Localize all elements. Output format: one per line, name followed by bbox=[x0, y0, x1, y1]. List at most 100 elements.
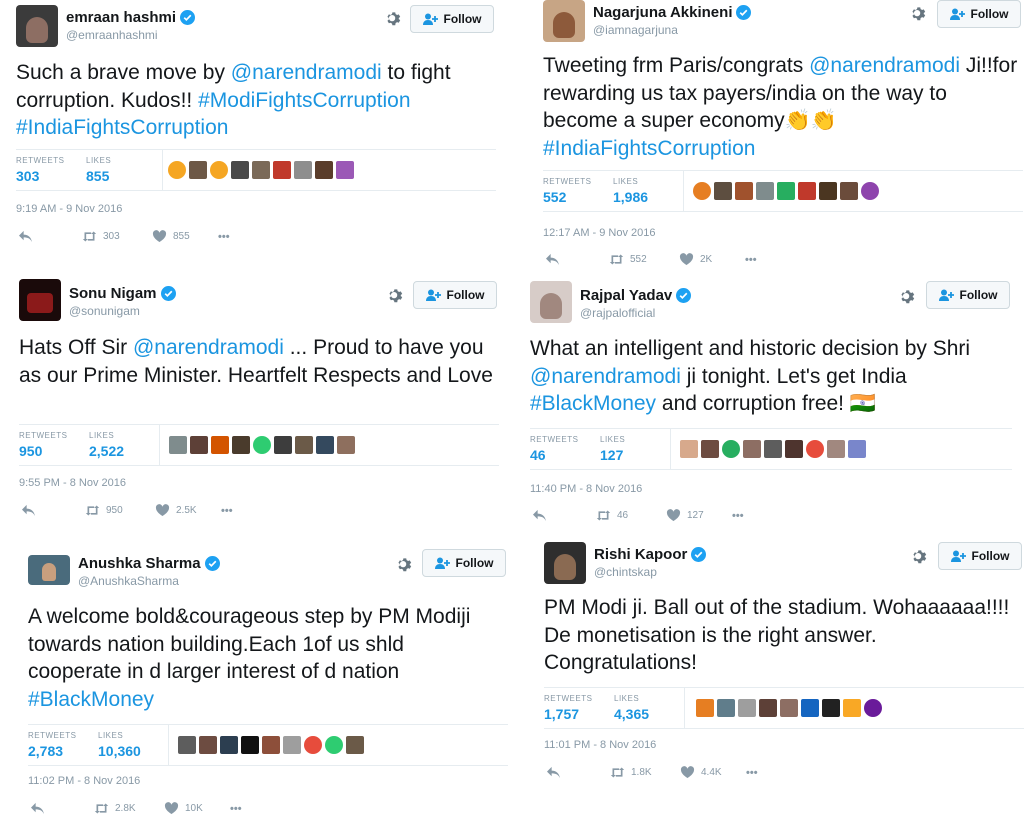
user-handle[interactable]: @chintskap bbox=[594, 565, 657, 579]
more-options-button[interactable]: ••• bbox=[746, 767, 758, 779]
user-handle[interactable]: @rajpalofficial bbox=[580, 306, 655, 320]
like-count[interactable]: LIKES 855 bbox=[86, 156, 111, 184]
liker-avatars[interactable] bbox=[168, 161, 354, 179]
avatar[interactable] bbox=[19, 279, 61, 321]
hashtag-link[interactable]: #BlackMoney bbox=[28, 688, 154, 711]
like-count[interactable]: LIKES 10,360 bbox=[98, 731, 141, 759]
retweet-icon bbox=[596, 510, 611, 521]
liker-avatars[interactable] bbox=[169, 436, 355, 454]
retweet-button[interactable]: 1.8K bbox=[610, 766, 680, 779]
avatar[interactable] bbox=[530, 281, 572, 323]
follow-button[interactable]: Follow bbox=[937, 0, 1021, 28]
like-button[interactable]: 2.5K bbox=[155, 504, 221, 517]
retweet-count[interactable]: RETWEETS 2,783 bbox=[28, 731, 76, 759]
user-handle[interactable]: @emraanhashmi bbox=[66, 28, 158, 42]
mention-link[interactable]: @narendramodi bbox=[809, 54, 960, 77]
like-count[interactable]: LIKES 1,986 bbox=[613, 177, 648, 205]
retweet-icon bbox=[94, 803, 109, 814]
mention-link[interactable]: @narendramodi bbox=[133, 336, 284, 359]
user-handle[interactable]: @iamnagarjuna bbox=[593, 23, 678, 37]
retweet-button[interactable]: 950 bbox=[85, 504, 155, 517]
display-name[interactable]: Anushka Sharma bbox=[78, 555, 220, 572]
tweet-stats: RETWEETS 303 LIKES 855 bbox=[16, 149, 496, 191]
follow-button[interactable]: Follow bbox=[410, 5, 494, 33]
retweet-count[interactable]: RETWEETS 46 bbox=[530, 435, 578, 463]
gear-icon[interactable] bbox=[898, 288, 916, 306]
display-name[interactable]: emraan hashmi bbox=[66, 9, 196, 26]
hashtag-link[interactable]: #BlackMoney bbox=[530, 392, 656, 415]
tweet-actions: 950 2.5K ••• bbox=[21, 504, 233, 517]
liker-avatars[interactable] bbox=[178, 736, 364, 754]
gear-icon[interactable] bbox=[395, 556, 413, 574]
retweet-count[interactable]: RETWEETS 303 bbox=[16, 156, 64, 184]
tweet-actions: 1.8K 4.4K ••• bbox=[546, 766, 758, 779]
like-button[interactable]: 855 bbox=[152, 230, 218, 243]
like-button[interactable]: 10K bbox=[164, 802, 230, 815]
timestamp[interactable]: 11:40 PM - 8 Nov 2016 bbox=[530, 483, 642, 495]
reply-button[interactable] bbox=[545, 253, 609, 266]
reply-icon bbox=[533, 509, 546, 522]
user-handle[interactable]: @AnushkaSharma bbox=[78, 574, 179, 588]
like-button[interactable]: 127 bbox=[666, 509, 732, 522]
timestamp[interactable]: 11:01 PM - 8 Nov 2016 bbox=[544, 739, 656, 751]
timestamp[interactable]: 9:55 PM - 8 Nov 2016 bbox=[19, 477, 126, 489]
reply-button[interactable] bbox=[532, 509, 596, 522]
hashtag-link[interactable]: #ModiFightsCorruption bbox=[198, 89, 410, 112]
timestamp[interactable]: 12:17 AM - 9 Nov 2016 bbox=[543, 227, 656, 239]
timestamp[interactable]: 9:19 AM - 9 Nov 2016 bbox=[16, 203, 122, 215]
timestamp[interactable]: 11:02 PM - 8 Nov 2016 bbox=[28, 775, 140, 787]
reply-button[interactable] bbox=[546, 766, 610, 779]
like-button[interactable]: 2K bbox=[679, 253, 745, 266]
mention-link[interactable]: @narendramodi bbox=[530, 365, 681, 388]
heart-icon bbox=[680, 766, 695, 779]
like-button[interactable]: 4.4K bbox=[680, 766, 746, 779]
retweet-count[interactable]: RETWEETS 950 bbox=[19, 431, 67, 459]
follow-button[interactable]: Follow bbox=[422, 549, 506, 577]
retweet-button[interactable]: 303 bbox=[82, 230, 152, 243]
tweet-actions: 2.8K 10K ••• bbox=[30, 802, 242, 815]
follow-button[interactable]: Follow bbox=[413, 281, 497, 309]
reply-button[interactable] bbox=[21, 504, 85, 517]
reply-button[interactable] bbox=[18, 230, 82, 243]
hashtag-link[interactable]: #IndiaFightsCorruption bbox=[16, 116, 228, 139]
display-name[interactable]: Rishi Kapoor bbox=[594, 546, 707, 563]
liker-avatars[interactable] bbox=[696, 699, 882, 717]
retweet-button[interactable]: 46 bbox=[596, 509, 666, 522]
mention-link[interactable]: @narendramodi bbox=[231, 61, 382, 84]
more-options-button[interactable]: ••• bbox=[745, 254, 757, 266]
tweet-stats: RETWEETS 1,757 LIKES 4,365 bbox=[544, 687, 1024, 729]
more-options-button[interactable]: ••• bbox=[221, 505, 233, 517]
retweet-button[interactable]: 552 bbox=[609, 253, 679, 266]
gear-icon[interactable] bbox=[384, 10, 402, 28]
avatar[interactable] bbox=[543, 0, 585, 42]
avatar[interactable] bbox=[28, 555, 70, 585]
gear-icon[interactable] bbox=[910, 548, 928, 566]
avatar[interactable] bbox=[544, 542, 586, 584]
display-name[interactable]: Sonu Nigam bbox=[69, 285, 176, 302]
like-count[interactable]: LIKES 127 bbox=[600, 435, 625, 463]
avatar[interactable] bbox=[16, 5, 58, 47]
hashtag-link[interactable]: #IndiaFightsCorruption bbox=[543, 137, 755, 160]
reply-button[interactable] bbox=[30, 802, 94, 815]
gear-icon[interactable] bbox=[386, 287, 404, 305]
tweet-card: Sonu Nigam @sonunigam Follow Hats Off Si… bbox=[19, 279, 499, 524]
like-count[interactable]: LIKES 4,365 bbox=[614, 694, 649, 722]
user-handle[interactable]: @sonunigam bbox=[69, 304, 140, 318]
retweet-count[interactable]: RETWEETS 552 bbox=[543, 177, 591, 205]
gear-icon[interactable] bbox=[909, 5, 927, 23]
more-options-button[interactable]: ••• bbox=[218, 231, 230, 243]
like-count[interactable]: LIKES 2,522 bbox=[89, 431, 124, 459]
liker-avatars[interactable] bbox=[693, 182, 879, 200]
more-options-button[interactable]: ••• bbox=[732, 510, 744, 522]
retweet-icon bbox=[85, 505, 100, 516]
display-name[interactable]: Nagarjuna Akkineni bbox=[593, 4, 752, 21]
follow-button[interactable]: Follow bbox=[926, 281, 1010, 309]
tweet-card: Anushka Sharma @AnushkaSharma Follow A w… bbox=[28, 549, 508, 819]
liker-avatars[interactable] bbox=[680, 440, 866, 458]
follow-button[interactable]: Follow bbox=[938, 542, 1022, 570]
more-options-button[interactable]: ••• bbox=[230, 803, 242, 815]
retweet-count[interactable]: RETWEETS 1,757 bbox=[544, 694, 592, 722]
display-name[interactable]: Rajpal Yadav bbox=[580, 287, 692, 304]
retweet-icon bbox=[609, 254, 624, 265]
retweet-button[interactable]: 2.8K bbox=[94, 802, 164, 815]
